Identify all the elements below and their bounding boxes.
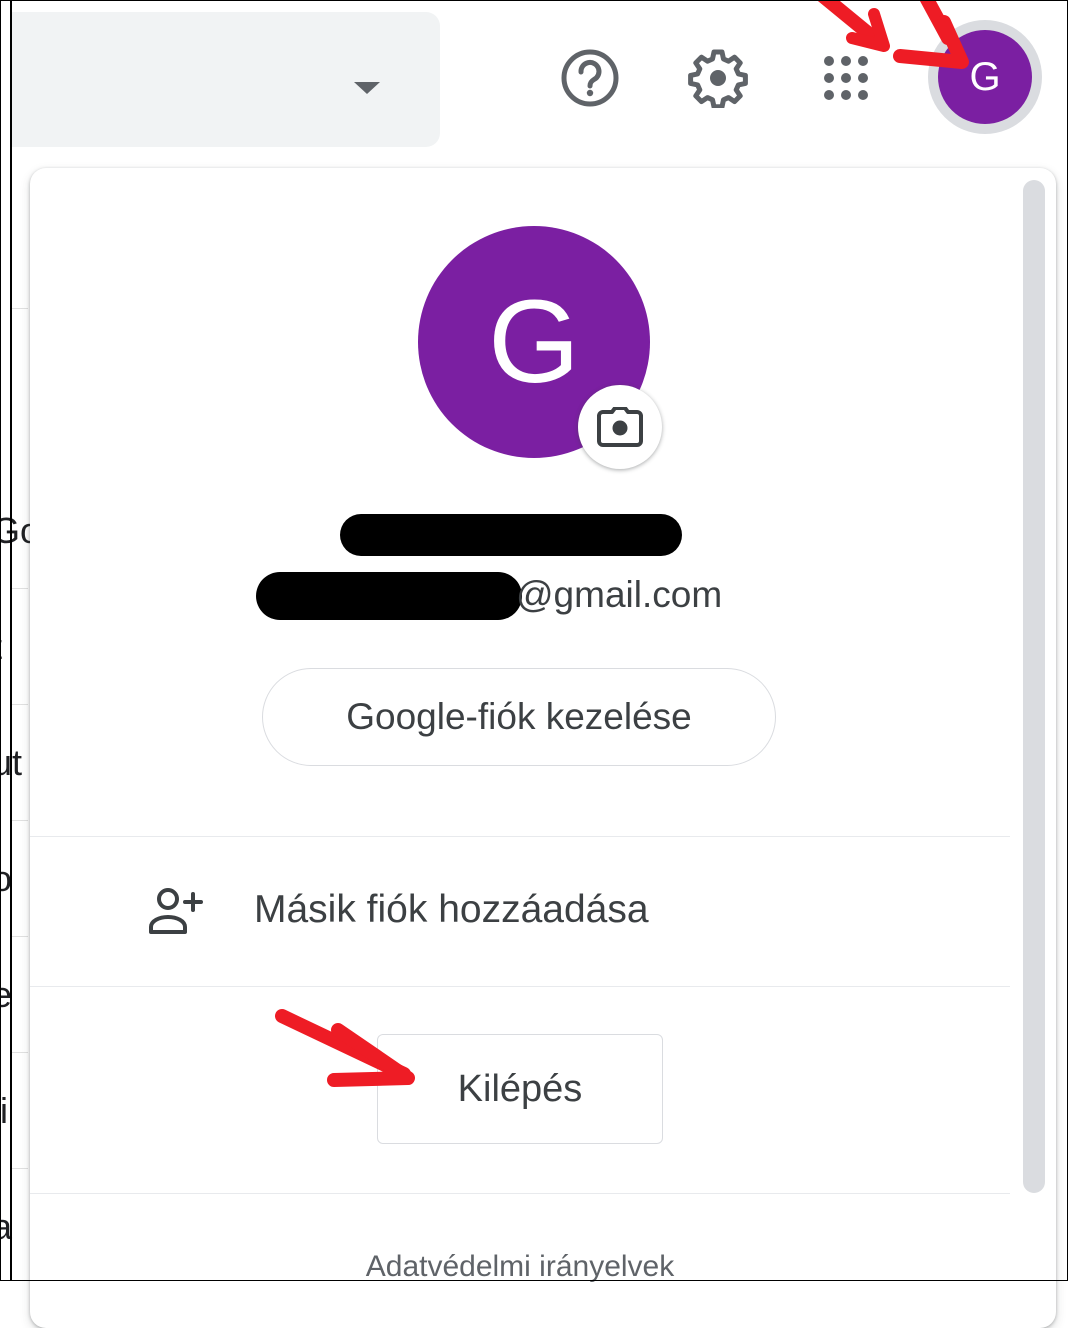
annotation-arrows [275,0,969,1087]
red-arrow-icon [816,0,890,52]
red-arrow-icon [275,1009,415,1087]
red-arrow-icon [893,0,969,69]
left-border-rule [10,0,12,1281]
